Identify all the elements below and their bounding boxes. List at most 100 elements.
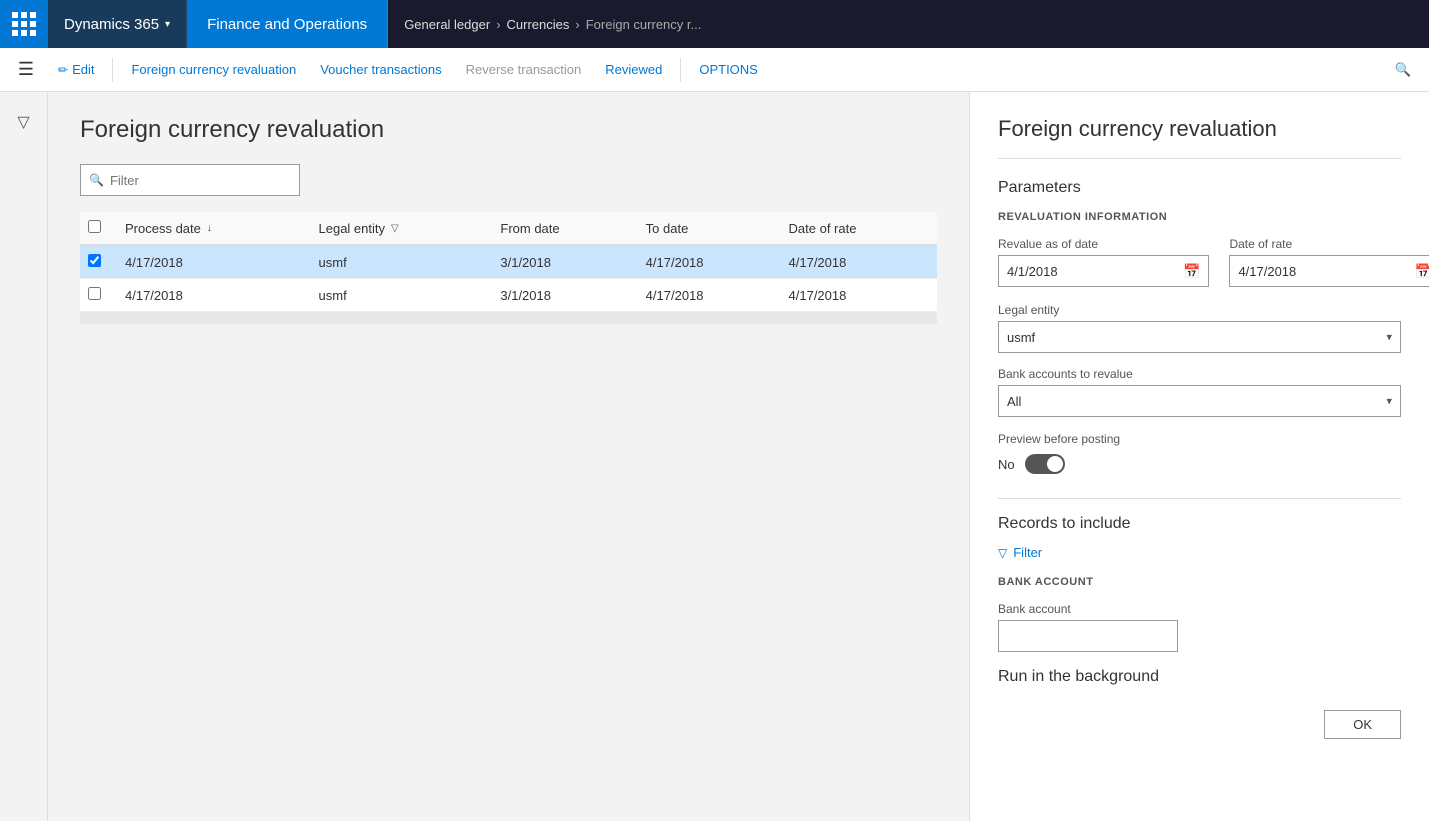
options-label: OPTIONS [699, 62, 758, 77]
legal-entity-field: Legal entity usmf ussi demf ▾ [998, 303, 1401, 353]
horizontal-scrollbar[interactable] [80, 312, 937, 324]
revalue-as-of-date-input-wrap: 📅 [998, 255, 1209, 287]
process-date-cell: 4/17/2018 [113, 279, 307, 312]
legal-entity-cell: usmf [307, 279, 489, 312]
legal-entity-select[interactable]: usmf ussi demf [999, 322, 1400, 352]
table-row: 4/17/2018usmf3/1/20184/17/20184/17/2018 [80, 279, 937, 312]
preview-toggle[interactable] [1025, 454, 1065, 474]
parameters-section-title: Parameters [998, 179, 1401, 197]
bank-account-input[interactable] [999, 621, 1177, 651]
to-date-label: To date [646, 221, 689, 236]
hamburger-icon: ☰ [18, 59, 34, 80]
reverse-transaction-label: Reverse transaction [466, 62, 582, 77]
process-date-label: Process date [125, 221, 201, 236]
voucher-transactions-label: Voucher transactions [320, 62, 441, 77]
table-body: 4/17/2018usmf3/1/20184/17/20184/17/20184… [80, 245, 937, 312]
action-separator-1 [112, 58, 113, 82]
table-header-row: Process date ↓ Legal entity ▽ From date [80, 212, 937, 245]
run-in-background-section: Run in the background [998, 668, 1401, 686]
filter-input[interactable] [110, 173, 291, 188]
to-date-header: To date [634, 212, 777, 245]
row-checkbox[interactable] [88, 254, 101, 267]
preview-posting-label: Preview before posting [998, 432, 1120, 446]
options-button[interactable]: OPTIONS [689, 56, 768, 83]
date-of-rate-cell: 4/17/2018 [777, 279, 937, 312]
foreign-currency-reval-button[interactable]: Foreign currency revaluation [121, 56, 306, 83]
edit-label: Edit [72, 62, 94, 77]
date-of-rate-field: Date of rate 📅 [1229, 237, 1429, 287]
data-table: Process date ↓ Legal entity ▽ From date [80, 212, 937, 312]
revalue-calendar-icon[interactable]: 📅 [1183, 263, 1200, 280]
dynamics365-nav[interactable]: Dynamics 365 ▾ [48, 0, 187, 48]
page-title: Foreign currency revaluation [80, 116, 937, 144]
breadcrumb-sep1: › [496, 17, 500, 32]
main-layout: ▽ Foreign currency revaluation 🔍 [0, 92, 1429, 821]
search-icon: 🔍 [1395, 62, 1412, 78]
bank-account-label: Bank account [998, 602, 1401, 616]
legal-entity-label: Legal entity [319, 221, 386, 236]
breadcrumb-sep2: › [575, 17, 579, 32]
apps-button[interactable] [0, 0, 48, 48]
foreign-currency-reval-label: Foreign currency revaluation [131, 62, 296, 77]
records-to-include-section: Records to include ▽ Filter BANK ACCOUNT… [998, 515, 1401, 652]
apps-grid-icon [12, 12, 36, 36]
checkbox-header [80, 212, 113, 245]
revaluation-info-label: REVALUATION INFORMATION [998, 211, 1401, 223]
reviewed-button[interactable]: Reviewed [595, 56, 672, 83]
right-panel: Foreign currency revaluation Parameters … [969, 92, 1429, 821]
sort-icon: ↓ [207, 223, 212, 234]
records-filter-link[interactable]: ▽ Filter [998, 545, 1401, 560]
date-row: Revalue as of date 📅 Date of rate 📅 [998, 237, 1401, 287]
search-button[interactable]: 🔍 [1385, 52, 1421, 88]
date-of-rate-header: Date of rate [777, 212, 937, 245]
bank-account-field: Bank account [998, 602, 1401, 652]
date-of-rate-calendar-icon[interactable]: 📅 [1414, 263, 1429, 280]
breadcrumb-general-ledger[interactable]: General ledger [404, 17, 490, 32]
preview-toggle-row: No [998, 454, 1401, 474]
preview-label-text: Preview before posting [998, 431, 1401, 446]
process-date-cell: 4/17/2018 [113, 245, 307, 279]
revalue-as-of-date-input[interactable] [1007, 264, 1183, 279]
dynamics365-chevron: ▾ [165, 19, 170, 30]
filter-search-icon: 🔍 [89, 173, 104, 187]
date-of-rate-input[interactable] [1238, 264, 1414, 279]
legal-entity-label: Legal entity [998, 303, 1401, 317]
panel-title: Foreign currency revaluation [998, 116, 1401, 159]
bank-account-section-label: BANK ACCOUNT [998, 576, 1401, 588]
left-sidebar: ▽ [0, 92, 48, 821]
select-all-checkbox[interactable] [88, 220, 101, 233]
reverse-transaction-button[interactable]: Reverse transaction [456, 56, 592, 83]
revalue-as-of-date-label: Revalue as of date [998, 237, 1209, 251]
voucher-transactions-button[interactable]: Voucher transactions [310, 56, 451, 83]
to-date-cell: 4/17/2018 [634, 279, 777, 312]
from-date-label: From date [500, 221, 559, 236]
filter-bar: 🔍 [80, 164, 937, 196]
breadcrumb-currencies[interactable]: Currencies [507, 17, 570, 32]
breadcrumb: General ledger › Currencies › Foreign cu… [388, 0, 717, 48]
legal-entity-cell[interactable]: usmf [307, 245, 489, 279]
page-content: Foreign currency revaluation 🔍 [48, 92, 969, 821]
edit-icon: ✏ [58, 63, 68, 77]
legal-entity-filter-icon: ▽ [391, 223, 399, 234]
action-bar: ☰ ✏ Edit Foreign currency revaluation Vo… [0, 48, 1429, 92]
content-area: Foreign currency revaluation 🔍 [48, 92, 969, 821]
from-date-cell: 3/1/2018 [488, 245, 633, 279]
from-date-cell: 3/1/2018 [488, 279, 633, 312]
bank-accounts-select[interactable]: All Selected [999, 386, 1400, 416]
row-checkbox[interactable] [88, 287, 101, 300]
filter-funnel-icon: ▽ [17, 112, 29, 132]
revalue-as-of-date-field: Revalue as of date 📅 [998, 237, 1209, 287]
bank-accounts-revalue-field: Bank accounts to revalue All Selected ▾ [998, 367, 1401, 417]
hamburger-button[interactable]: ☰ [8, 52, 44, 88]
run-in-background-title: Run in the background [998, 668, 1401, 686]
finance-ops-label: Finance and Operations [207, 16, 367, 33]
sidebar-filter-icon[interactable]: ▽ [6, 104, 42, 140]
legal-entity-select-wrap: usmf ussi demf ▾ [998, 321, 1401, 353]
date-of-rate-label: Date of rate [1229, 237, 1429, 251]
table-row: 4/17/2018usmf3/1/20184/17/20184/17/2018 [80, 245, 937, 279]
finance-ops-nav[interactable]: Finance and Operations [187, 0, 388, 48]
top-navigation: Dynamics 365 ▾ Finance and Operations Ge… [0, 0, 1429, 48]
edit-button[interactable]: ✏ Edit [48, 56, 104, 83]
preview-toggle-no-label: No [998, 457, 1015, 472]
ok-button[interactable]: OK [1324, 710, 1401, 739]
